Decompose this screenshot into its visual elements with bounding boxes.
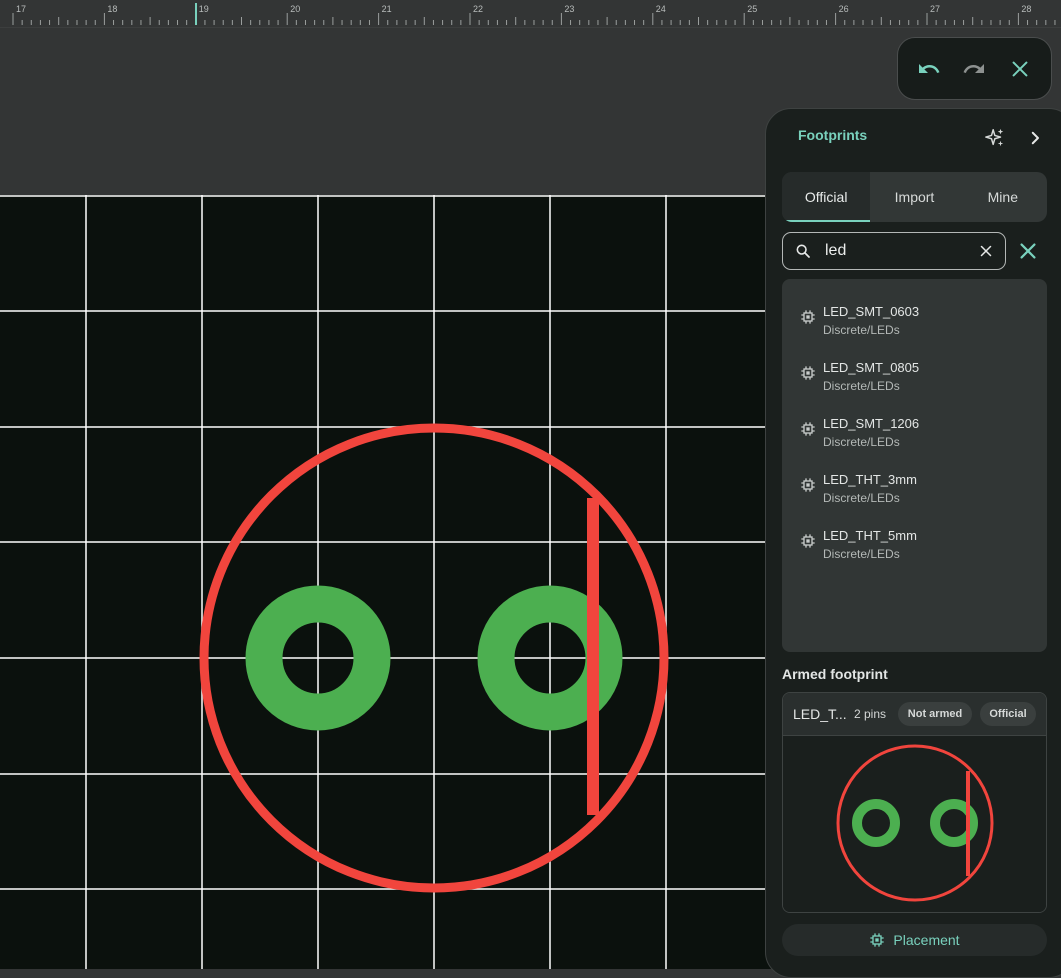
placement-button[interactable]: Placement	[782, 924, 1047, 956]
preview-pad-1	[852, 799, 900, 847]
ruler-label: 18	[107, 4, 117, 14]
result-category: Discrete/LEDs	[823, 379, 900, 393]
list-item[interactable]: LED_THT_3mm Discrete/LEDs	[782, 460, 1047, 512]
chip-icon	[801, 310, 815, 324]
result-name: LED_SMT_0805	[823, 360, 920, 375]
result-category: Discrete/LEDs	[823, 435, 900, 449]
armed-footprint-header: LED_T... 2 pins Not armed Official	[783, 693, 1046, 736]
close-icon	[1012, 61, 1028, 76]
result-name: LED_THT_5mm	[823, 528, 917, 543]
clear-search-button[interactable]	[977, 242, 995, 265]
tab-import[interactable]: Import	[870, 172, 958, 222]
chip-icon	[801, 478, 815, 492]
list-item[interactable]: LED_SMT_0805 Discrete/LEDs	[782, 348, 1047, 400]
footprints-panel: Footprints Official Import Mine LED_SMT_	[765, 108, 1061, 978]
undo-button[interactable]	[909, 49, 949, 89]
chip-icon	[801, 422, 815, 436]
result-category: Discrete/LEDs	[823, 547, 900, 561]
result-name: LED_SMT_1206	[823, 416, 920, 431]
armed-footprint-card: LED_T... 2 pins Not armed Official	[782, 692, 1047, 913]
ruler-label: 21	[382, 4, 392, 14]
ruler-label: 26	[839, 4, 849, 14]
list-item[interactable]: LED_THT_5mm Discrete/LEDs	[782, 516, 1047, 568]
search-results-list: LED_SMT_0603 Discrete/LEDs LED_SMT_0805 …	[782, 279, 1047, 652]
redo-icon	[964, 63, 985, 73]
ruler-label: 28	[1021, 4, 1031, 14]
armed-status-badge: Not armed	[898, 702, 972, 726]
ruler-ticks: 17 18 19 20 21 22 23 24 25 26 27 28	[12, 3, 1056, 25]
footprint-preview	[783, 736, 1046, 912]
ruler-label: 22	[473, 4, 483, 14]
search-field	[782, 232, 1006, 270]
panel-title: Footprints	[798, 127, 868, 143]
source-tabs: Official Import Mine	[782, 172, 1047, 222]
armed-pin-count: 2 pins	[854, 707, 887, 721]
ruler-label: 27	[930, 4, 940, 14]
chip-icon	[870, 933, 885, 947]
ruler-label: 17	[16, 4, 26, 14]
pcb-canvas-drawing[interactable]	[0, 195, 780, 969]
undo-icon	[918, 63, 940, 73]
horizontal-ruler: 17 18 19 20 21 22 23 24 25 26 27 28	[0, 0, 1061, 28]
ruler-label: 24	[656, 4, 666, 14]
result-category: Discrete/LEDs	[823, 491, 900, 505]
close-icon	[1020, 243, 1036, 259]
redo-button[interactable]	[954, 49, 994, 89]
armed-footprint-heading: Armed footprint	[782, 666, 888, 682]
chevron-right-icon	[1031, 131, 1039, 145]
ruler-label: 19	[199, 4, 209, 14]
list-item[interactable]: LED_SMT_0603 Discrete/LEDs	[782, 292, 1047, 344]
tab-official[interactable]: Official	[782, 172, 871, 222]
pcb-canvas[interactable]	[0, 195, 780, 969]
ruler-label: 20	[290, 4, 300, 14]
tab-mine[interactable]: Mine	[959, 172, 1047, 222]
close-search-button[interactable]	[1017, 240, 1039, 267]
history-toolbar	[897, 37, 1052, 100]
ai-suggest-button[interactable]	[984, 127, 1006, 149]
result-name: LED_THT_3mm	[823, 472, 917, 487]
list-item[interactable]: LED_SMT_1206 Discrete/LEDs	[782, 404, 1047, 456]
ruler-label: 23	[564, 4, 574, 14]
result-category: Discrete/LEDs	[823, 323, 900, 337]
clear-icon	[980, 245, 992, 257]
placement-label: Placement	[893, 932, 960, 948]
armed-footprint-name: LED_T...	[793, 706, 847, 722]
ruler-label: 25	[747, 4, 757, 14]
footprint-preview-drawing	[836, 744, 994, 902]
collapse-panel-button[interactable]	[1024, 127, 1046, 149]
search-icon	[796, 244, 810, 258]
chip-icon	[801, 534, 815, 548]
source-badge: Official	[980, 702, 1036, 726]
close-editor-button[interactable]	[1000, 49, 1040, 89]
chip-icon	[801, 366, 815, 380]
search-input[interactable]	[825, 239, 965, 263]
sparkle-icon	[985, 128, 1004, 147]
result-name: LED_SMT_0603	[823, 304, 920, 319]
canvas-grid	[0, 195, 780, 969]
